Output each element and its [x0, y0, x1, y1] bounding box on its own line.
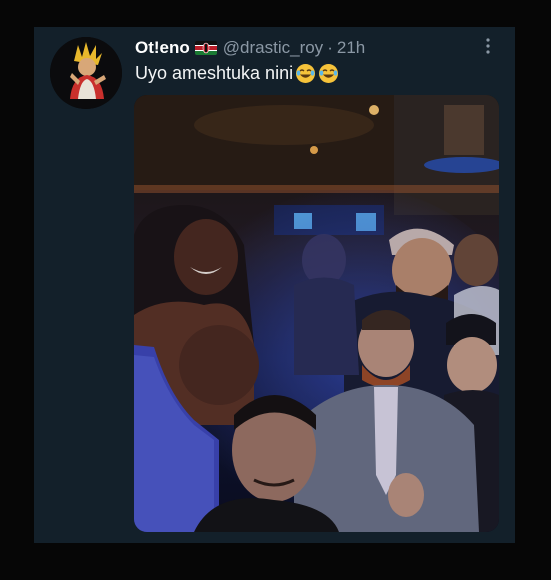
handle[interactable]: @drastic_roy [223, 38, 323, 58]
tweet-text: Uyo ameshtuka nini [135, 63, 339, 84]
display-name[interactable]: Ot!eno [135, 38, 190, 58]
timestamp[interactable]: 21h [337, 38, 365, 58]
kenya-flag-icon [194, 41, 217, 55]
laughing-emoji-icon [318, 63, 339, 84]
laughing-emoji-icon [295, 63, 316, 84]
tweet-text-content: Uyo ameshtuka nini [135, 63, 294, 83]
more-vertical-icon[interactable] [476, 35, 500, 59]
tweet-photo[interactable] [134, 95, 499, 532]
separator: · [327, 38, 333, 57]
avatar-image [50, 37, 122, 109]
avatar[interactable] [50, 37, 122, 109]
tweet-header: Ot!eno @drastic_roy · 21h [135, 37, 365, 59]
tweet-card: Ot!eno @drastic_roy · 21h Uyo ameshtuka … [34, 27, 515, 543]
group-selfie-photo [134, 95, 499, 532]
